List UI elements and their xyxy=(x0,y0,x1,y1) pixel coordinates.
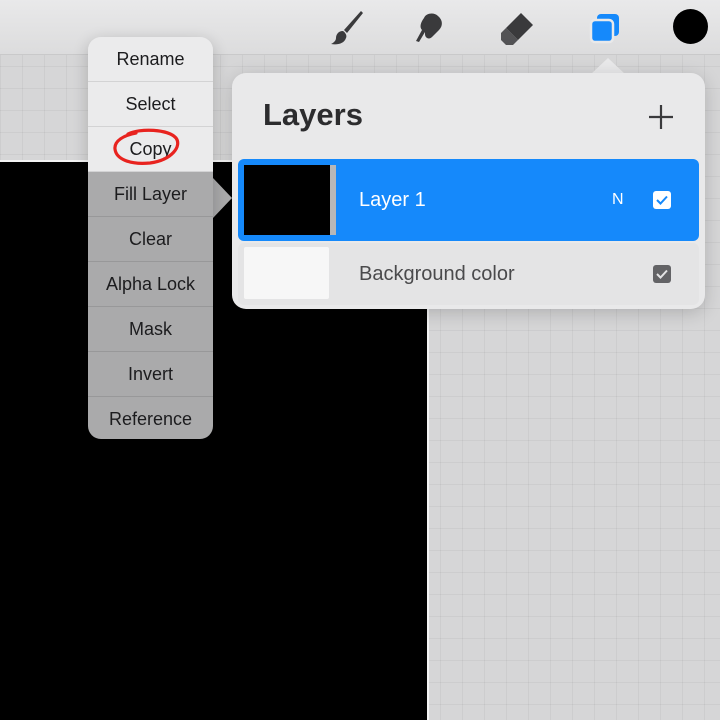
layer-options-menu: Rename Select Copy Fill Layer Clear Alph… xyxy=(88,37,213,439)
layer-thumbnail[interactable] xyxy=(244,165,336,235)
add-layer-icon[interactable] xyxy=(647,103,675,131)
layer-name: Background color xyxy=(359,263,515,285)
layer-row-layer-1[interactable]: Layer 1 N xyxy=(238,159,699,241)
smudge-icon[interactable] xyxy=(410,8,450,48)
layers-panel-pointer xyxy=(591,58,625,74)
layers-icon[interactable] xyxy=(585,8,625,48)
visibility-checkbox[interactable] xyxy=(653,191,671,209)
visibility-checkbox[interactable] xyxy=(653,265,671,283)
blend-mode-button[interactable]: N xyxy=(612,191,624,209)
menu-item-clear[interactable]: Clear xyxy=(88,217,213,262)
eraser-icon[interactable] xyxy=(497,8,537,48)
layers-panel: Layers Layer 1 N Background color xyxy=(232,73,705,309)
background-thumbnail[interactable] xyxy=(244,247,329,299)
layer-row-background-color[interactable]: Background color xyxy=(238,243,699,305)
red-circle-annotation xyxy=(110,126,182,168)
brush-icon[interactable] xyxy=(327,8,367,48)
menu-item-invert[interactable]: Invert xyxy=(88,352,213,397)
menu-item-alpha-lock[interactable]: Alpha Lock xyxy=(88,262,213,307)
menu-item-fill-layer[interactable]: Fill Layer xyxy=(88,172,213,217)
menu-item-reference[interactable]: Reference xyxy=(88,397,213,439)
context-menu-pointer xyxy=(213,178,232,218)
menu-item-mask[interactable]: Mask xyxy=(88,307,213,352)
panel-title: Layers xyxy=(263,97,363,132)
layer-name: Layer 1 xyxy=(359,189,426,211)
color-swatch[interactable] xyxy=(673,9,708,44)
menu-item-rename[interactable]: Rename xyxy=(88,37,213,82)
menu-item-select[interactable]: Select xyxy=(88,82,213,127)
